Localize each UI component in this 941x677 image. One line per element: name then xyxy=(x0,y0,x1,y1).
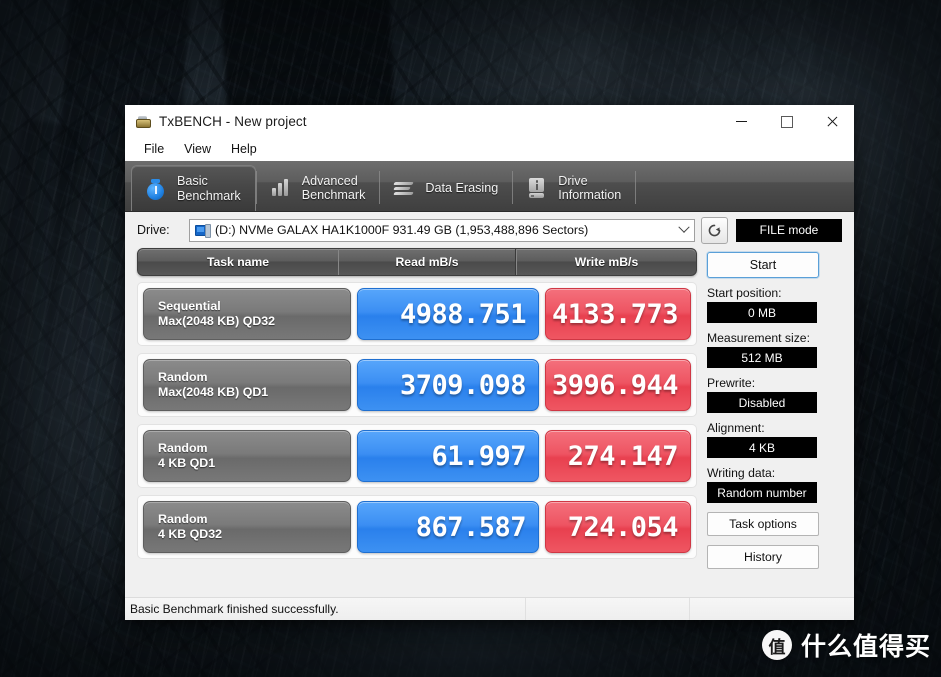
write-speed-value: 3996.944 xyxy=(545,359,691,411)
watermark-text: 什么值得买 xyxy=(801,632,932,661)
writing-data-label: Writing data: xyxy=(707,466,776,480)
title-bar: TxBENCH - New project xyxy=(125,105,854,138)
app-drive-icon xyxy=(135,114,151,130)
column-header-read: Read mB/s xyxy=(338,249,516,275)
write-speed-value: 274.147 xyxy=(545,430,691,482)
maximize-icon xyxy=(780,115,793,128)
read-speed-value: 3709.098 xyxy=(357,359,539,411)
tab-advanced-benchmark-label: Advanced Benchmark xyxy=(301,173,366,203)
refresh-icon xyxy=(708,224,721,236)
task-name-cell: Random 4 KB QD32 xyxy=(143,501,351,553)
measurement-size-value[interactable]: 512 MB xyxy=(707,347,817,368)
prewrite-label: Prewrite: xyxy=(707,376,756,390)
history-button[interactable]: History xyxy=(707,545,819,569)
drive-select[interactable]: (D:) NVMe GALAX HA1K1000F 931.49 GB (1,9… xyxy=(189,218,695,242)
menu-item-help[interactable]: Help xyxy=(222,140,266,158)
status-bar: Basic Benchmark finished successfully. xyxy=(125,597,854,620)
results-header-row: Task name Read mB/s Write mB/s xyxy=(137,248,697,276)
tab-divider xyxy=(635,171,637,204)
tab-strip: Basic Benchmark Advanced Benchmark Data Er… xyxy=(125,161,854,212)
read-speed-value: 4988.751 xyxy=(357,288,539,340)
minimize-button[interactable] xyxy=(719,105,764,138)
write-speed-value: 724.054 xyxy=(545,501,691,553)
task-name-line1: Random xyxy=(158,441,208,455)
table-row: Random 4 KB QD1 61.997 274.147 xyxy=(137,424,697,488)
status-segment-3 xyxy=(690,598,854,620)
task-options-button[interactable]: Task options xyxy=(707,512,819,536)
column-header-task: Task name xyxy=(206,255,270,269)
task-name-line2: Max(2048 KB) QD32 xyxy=(158,314,276,328)
window-controls xyxy=(719,105,854,138)
column-header-write: Write mB/s xyxy=(516,249,696,275)
drive-volume-icon xyxy=(195,223,211,238)
drive-label: Drive: xyxy=(137,223,170,237)
menu-bar: File View Help xyxy=(125,138,854,161)
file-mode-indicator[interactable]: FILE mode xyxy=(736,218,842,242)
alignment-label: Alignment: xyxy=(707,421,765,435)
table-row: Random Max(2048 KB) QD1 3709.098 3996.94… xyxy=(137,353,697,417)
task-name-line2: 4 KB QD32 xyxy=(158,527,223,541)
task-name-cell: Random 4 KB QD1 xyxy=(143,430,351,482)
watermark-logo: 值 xyxy=(762,630,792,660)
tab-drive-information[interactable]: Drive Information xyxy=(513,165,635,211)
read-speed-value: 867.587 xyxy=(357,501,539,553)
read-speed-value: 61.997 xyxy=(357,430,539,482)
start-button[interactable]: Start xyxy=(707,252,819,278)
prewrite-value[interactable]: Disabled xyxy=(707,392,817,413)
bar-chart-icon xyxy=(269,176,293,200)
drive-select-value: (D:) NVMe GALAX HA1K1000F 931.49 GB (1,9… xyxy=(215,223,589,237)
tab-data-erasing-label: Data Erasing xyxy=(425,180,499,195)
tab-advanced-benchmark[interactable]: Advanced Benchmark xyxy=(257,165,380,211)
table-row: Random 4 KB QD32 867.587 724.054 xyxy=(137,495,697,559)
status-message: Basic Benchmark finished successfully. xyxy=(125,598,526,620)
write-speed-value: 4133.773 xyxy=(545,288,691,340)
table-row: Sequential Max(2048 KB) QD32 4988.751 41… xyxy=(137,282,697,346)
results-rows: Sequential Max(2048 KB) QD32 4988.751 41… xyxy=(137,282,697,559)
main-body: Task name Read mB/s Write mB/s Sequentia… xyxy=(125,248,854,590)
watermark: 值 什么值得买 xyxy=(762,627,931,663)
alignment-value[interactable]: 4 KB xyxy=(707,437,817,458)
measurement-size-label: Measurement size: xyxy=(707,331,810,345)
status-segment-2 xyxy=(526,598,690,620)
benchmark-results: Task name Read mB/s Write mB/s Sequentia… xyxy=(137,248,697,590)
task-name-line1: Random xyxy=(158,370,208,384)
tab-basic-benchmark[interactable]: Basic Benchmark xyxy=(131,165,256,211)
writing-data-value[interactable]: Random number xyxy=(707,482,817,503)
shred-wave-icon xyxy=(392,176,416,200)
stopwatch-icon xyxy=(144,177,168,201)
start-position-value[interactable]: 0 MB xyxy=(707,302,817,323)
window-title: TxBENCH - New project xyxy=(159,114,307,129)
minimize-icon xyxy=(736,121,747,122)
close-button[interactable] xyxy=(809,105,854,138)
task-name-cell: Random Max(2048 KB) QD1 xyxy=(143,359,351,411)
hard-drive-icon xyxy=(525,176,549,200)
close-icon xyxy=(826,116,838,128)
task-name-line1: Random xyxy=(158,512,208,526)
menu-item-view[interactable]: View xyxy=(175,140,220,158)
txbench-window: TxBENCH - New project File View Help Bas… xyxy=(125,105,854,620)
task-name-line2: Max(2048 KB) QD1 xyxy=(158,385,269,399)
maximize-button[interactable] xyxy=(764,105,809,138)
control-sidebar: Start Start position: 0 MB Measurement s… xyxy=(707,248,823,590)
tab-basic-benchmark-label: Basic Benchmark xyxy=(177,174,241,203)
task-name-cell: Sequential Max(2048 KB) QD32 xyxy=(143,288,351,340)
task-name-line1: Sequential xyxy=(158,299,221,313)
tab-data-erasing[interactable]: Data Erasing xyxy=(380,165,512,211)
chevron-down-icon[interactable] xyxy=(674,221,694,240)
start-position-label: Start position: xyxy=(707,286,782,300)
drive-selector-bar: Drive: (D:) NVMe GALAX HA1K1000F 931.49 … xyxy=(125,212,854,248)
refresh-button[interactable] xyxy=(701,216,728,244)
menu-item-file[interactable]: File xyxy=(135,140,173,158)
tab-drive-information-label: Drive Information xyxy=(558,173,622,203)
task-name-line2: 4 KB QD1 xyxy=(158,456,216,470)
